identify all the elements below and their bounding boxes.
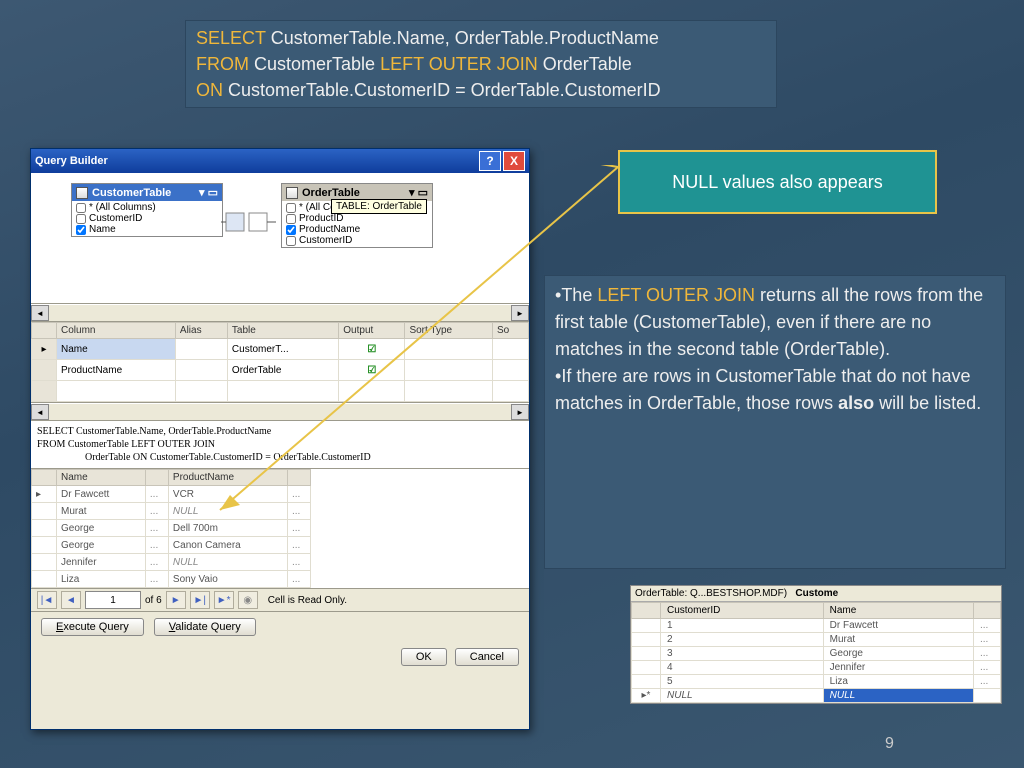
mini-row[interactable]: 5Liza... [632, 675, 1001, 689]
grid-row[interactable]: ▸ Name CustomerT... ☑ [32, 339, 529, 360]
ok-button[interactable]: OK [401, 648, 447, 666]
nav-first-icon[interactable]: |◄ [37, 591, 57, 609]
column-row[interactable]: Name [74, 224, 220, 235]
from-table: CustomerTable [249, 54, 380, 74]
mini-header[interactable]: CustomerID [661, 603, 824, 619]
criteria-grid[interactable]: Column Alias Table Output Sort Type So ▸… [31, 322, 529, 403]
order-table-window[interactable]: OrderTable▾ ▭ * (All Columns) ProductID … [281, 183, 433, 248]
join-table: OrderTable [538, 54, 632, 74]
result-row[interactable]: George...Dell 700m... [32, 520, 311, 537]
cancel-button[interactable]: Cancel [455, 648, 519, 666]
help-button[interactable]: ? [479, 151, 501, 171]
result-header[interactable]: ProductName [168, 470, 287, 486]
grid-hscroll[interactable]: ◄► [31, 403, 529, 421]
dialog-footer: OK Cancel [31, 642, 529, 672]
dialog-title: Query Builder [35, 155, 108, 167]
table-icon [76, 187, 88, 199]
column-checkbox[interactable] [286, 236, 296, 246]
record-total: of 6 [145, 595, 162, 606]
on-condition: CustomerTable.CustomerID = OrderTable.Cu… [223, 80, 661, 100]
result-row[interactable]: ▸Dr Fawcett...VCR... [32, 486, 311, 503]
scroll-left-icon[interactable]: ◄ [31, 305, 49, 321]
null-values-callout: NULL values also appears [618, 150, 937, 214]
tab-label[interactable]: OrderTable: Q...BESTSHOP.MDF) [635, 588, 787, 599]
query-builder-dialog: Query Builder ? X CustomerTable▾ ▭ * (Al… [30, 148, 530, 730]
validate-query-button[interactable]: Validate Query [154, 618, 256, 636]
result-row[interactable]: George...Canon Camera... [32, 537, 311, 554]
sql-text-pane[interactable]: SELECT CustomerTable.Name, OrderTable.Pr… [31, 421, 529, 469]
close-button[interactable]: X [503, 151, 525, 171]
nav-new-icon[interactable]: ►* [214, 591, 234, 609]
join-keyword: LEFT OUTER JOIN [380, 54, 538, 74]
diagram-pane[interactable]: CustomerTable▾ ▭ * (All Columns) Custome… [31, 173, 529, 304]
select-keyword: SELECT [196, 28, 266, 48]
mini-row[interactable]: 3George... [632, 647, 1001, 661]
column-checkbox[interactable] [76, 225, 86, 235]
sql-query-header: SELECT CustomerTable.Name, OrderTable.Pr… [185, 20, 777, 108]
from-keyword: FROM [196, 54, 249, 74]
diagram-hscroll[interactable]: ◄ ► [31, 304, 529, 322]
col-header[interactable]: Output [339, 323, 405, 339]
column-checkbox[interactable] [76, 203, 86, 213]
col-header[interactable]: So [492, 323, 528, 339]
column-row[interactable]: * (All Columns) [74, 202, 220, 213]
table-icon [286, 187, 298, 199]
nav-stop-icon: ◉ [238, 591, 258, 609]
mini-row[interactable]: 4Jennifer... [632, 661, 1001, 675]
tab-label[interactable]: Custome [795, 588, 838, 599]
customer-data-grid[interactable]: OrderTable: Q...BESTSHOP.MDF) Custome Cu… [630, 585, 1002, 704]
customer-table-title: CustomerTable [92, 187, 171, 199]
cell-status: Cell is Read Only. [268, 595, 347, 606]
mini-row[interactable]: 2Murat... [632, 633, 1001, 647]
record-position-input[interactable] [85, 591, 141, 609]
customer-table-window[interactable]: CustomerTable▾ ▭ * (All Columns) Custome… [71, 183, 223, 237]
select-columns: CustomerTable.Name, OrderTable.ProductNa… [266, 28, 659, 48]
output-checkbox[interactable]: ☑ [339, 360, 405, 381]
column-row[interactable]: CustomerID [74, 213, 220, 224]
result-row[interactable]: Jennifer...NULL... [32, 554, 311, 571]
scroll-right-icon[interactable]: ► [511, 305, 529, 321]
col-header[interactable]: Column [57, 323, 176, 339]
col-header[interactable]: Table [227, 323, 338, 339]
table-tooltip: TABLE: OrderTable [331, 199, 427, 214]
query-action-row: Execute Query Validate Query [31, 612, 529, 642]
result-header[interactable]: Name [57, 470, 146, 486]
col-header[interactable]: Sort Type [405, 323, 493, 339]
dialog-titlebar[interactable]: Query Builder ? X [31, 149, 529, 173]
mini-header[interactable]: Name [823, 603, 973, 619]
nav-last-icon[interactable]: ►| [190, 591, 210, 609]
results-grid[interactable]: Name ProductName ▸Dr Fawcett...VCR... Mu… [31, 469, 529, 589]
on-keyword: ON [196, 80, 223, 100]
order-table-title: OrderTable [302, 187, 360, 199]
record-navigator[interactable]: |◄ ◄ of 6 ► ►| ►* ◉ Cell is Read Only. [31, 589, 529, 612]
column-checkbox[interactable] [76, 214, 86, 224]
join-link-icon[interactable] [221, 203, 281, 243]
grid-row[interactable]: ProductName OrderTable ☑ [32, 360, 529, 381]
mini-row[interactable]: 1Dr Fawcett... [632, 619, 1001, 633]
execute-query-button[interactable]: Execute Query [41, 618, 144, 636]
nav-next-icon[interactable]: ► [166, 591, 186, 609]
result-row[interactable]: Liza...Sony Vaio... [32, 571, 311, 588]
col-header[interactable]: Alias [175, 323, 227, 339]
column-checkbox[interactable] [286, 225, 296, 235]
explanation-box: •The LEFT OUTER JOIN returns all the row… [544, 275, 1006, 569]
nav-prev-icon[interactable]: ◄ [61, 591, 81, 609]
mini-row[interactable]: ▸*NULLNULL [632, 689, 1001, 703]
column-row[interactable]: ProductID [284, 213, 430, 224]
column-row[interactable]: CustomerID [284, 235, 430, 246]
column-checkbox[interactable] [286, 214, 296, 224]
result-row[interactable]: Murat...NULL... [32, 503, 311, 520]
column-row[interactable]: ProductName [284, 224, 430, 235]
column-checkbox[interactable] [286, 203, 296, 213]
page-number: 9 [885, 735, 894, 753]
output-checkbox[interactable]: ☑ [339, 339, 405, 360]
